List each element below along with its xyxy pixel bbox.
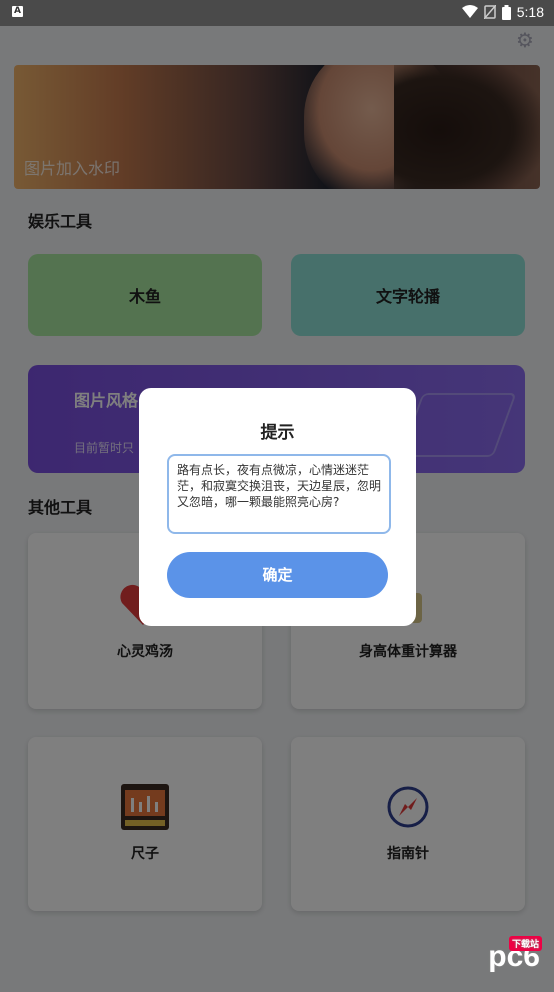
dialog-title: 提示 <box>260 423 295 443</box>
wifi-icon <box>461 5 478 18</box>
status-bar: A 5:18 <box>0 0 554 26</box>
confirm-button[interactable]: 确定 <box>167 552 388 598</box>
app-notification-icon: A <box>12 6 23 17</box>
dialog-message: 路有点长，夜有点微凉，心情迷迷茫茫，和寂寞交换沮丧，天边星辰，忽明又忽暗，哪一颗… <box>167 454 391 534</box>
clock: 5:18 <box>516 4 544 20</box>
watermark-tag: 下载站 <box>508 936 542 951</box>
battery-icon <box>501 4 511 20</box>
pc6-watermark-logo: pc6 下载站 <box>488 936 542 974</box>
no-sim-icon <box>483 5 496 19</box>
tip-dialog: 提示 路有点长，夜有点微凉，心情迷迷茫茫，和寂寞交换沮丧，天边星辰，忽明又忽暗，… <box>139 388 416 626</box>
